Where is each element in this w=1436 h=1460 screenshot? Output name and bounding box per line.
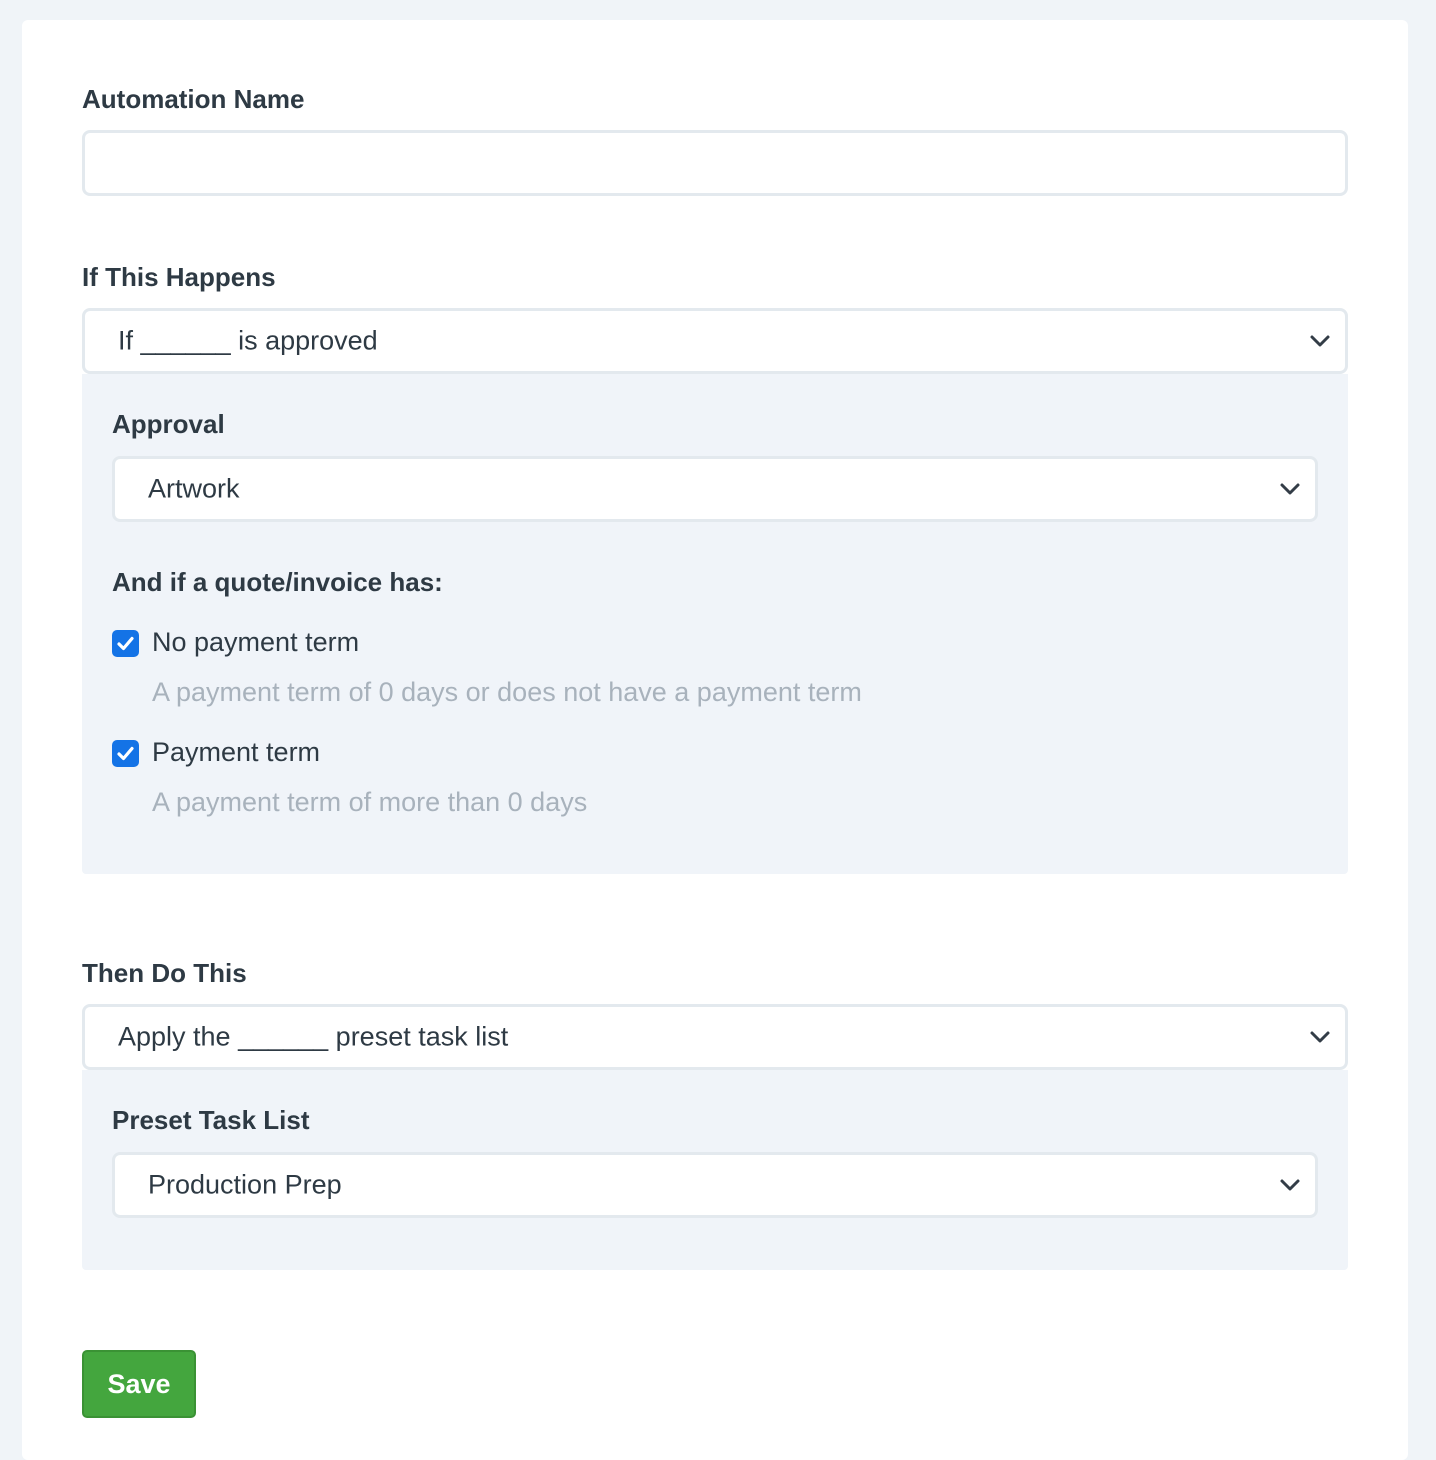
action-select[interactable]: Apply the ______ preset task list	[82, 1004, 1348, 1070]
action-label: Then Do This	[82, 958, 247, 988]
preset-task-list-select[interactable]: Production Prep	[112, 1152, 1318, 1218]
no-payment-term-description: A payment term of 0 days or does not hav…	[152, 677, 862, 707]
preset-task-list-label: Preset Task List	[112, 1105, 310, 1135]
trigger-select[interactable]: If ______ is approved	[82, 308, 1348, 374]
action-select-value: Apply the ______ preset task list	[118, 1021, 509, 1052]
conditions-label: And if a quote/invoice has:	[112, 567, 443, 597]
automation-form: Automation Name If This Happens If _____…	[22, 20, 1408, 1460]
chevron-down-icon	[1280, 483, 1300, 495]
chevron-down-icon	[1310, 1031, 1330, 1043]
checkmark-icon	[117, 746, 134, 761]
checkmark-icon	[117, 636, 134, 651]
chevron-down-icon	[1280, 1179, 1300, 1191]
payment-term-checkbox[interactable]	[112, 740, 139, 767]
preset-task-list-value: Production Prep	[148, 1169, 342, 1200]
approval-select[interactable]: Artwork	[112, 456, 1318, 522]
approval-select-value: Artwork	[148, 473, 240, 504]
automation-name-label: Automation Name	[82, 84, 305, 114]
automation-name-input[interactable]	[82, 130, 1348, 196]
no-payment-term-label[interactable]: No payment term	[152, 627, 359, 658]
save-button[interactable]: Save	[82, 1350, 196, 1418]
action-options-panel: Preset Task List Production Prep	[82, 1070, 1348, 1270]
approval-label: Approval	[112, 409, 225, 439]
payment-term-label[interactable]: Payment term	[152, 737, 320, 768]
payment-term-description: A payment term of more than 0 days	[152, 787, 588, 817]
trigger-label: If This Happens	[82, 262, 276, 292]
chevron-down-icon	[1310, 335, 1330, 347]
trigger-options-panel: Approval Artwork And if a quote/invoice …	[82, 374, 1348, 874]
no-payment-term-checkbox[interactable]	[112, 630, 139, 657]
trigger-select-value: If ______ is approved	[118, 325, 378, 356]
